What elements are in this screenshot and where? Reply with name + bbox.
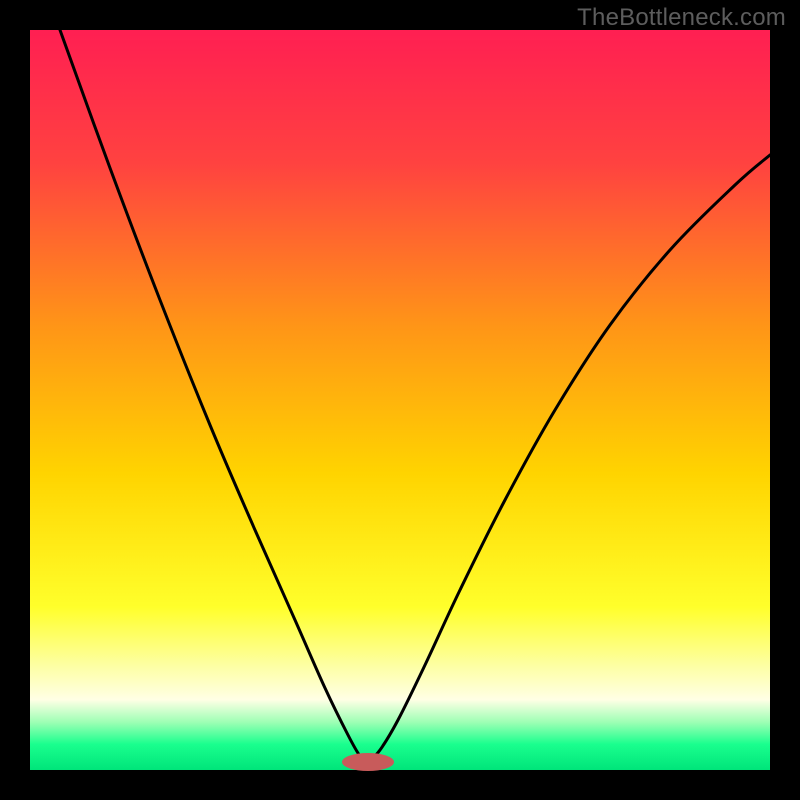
watermark-text: TheBottleneck.com [577, 4, 786, 32]
min-marker [342, 753, 394, 771]
chart-stage: TheBottleneck.com [0, 0, 800, 800]
plot-area [30, 30, 770, 770]
bottleneck-chart [0, 0, 800, 800]
